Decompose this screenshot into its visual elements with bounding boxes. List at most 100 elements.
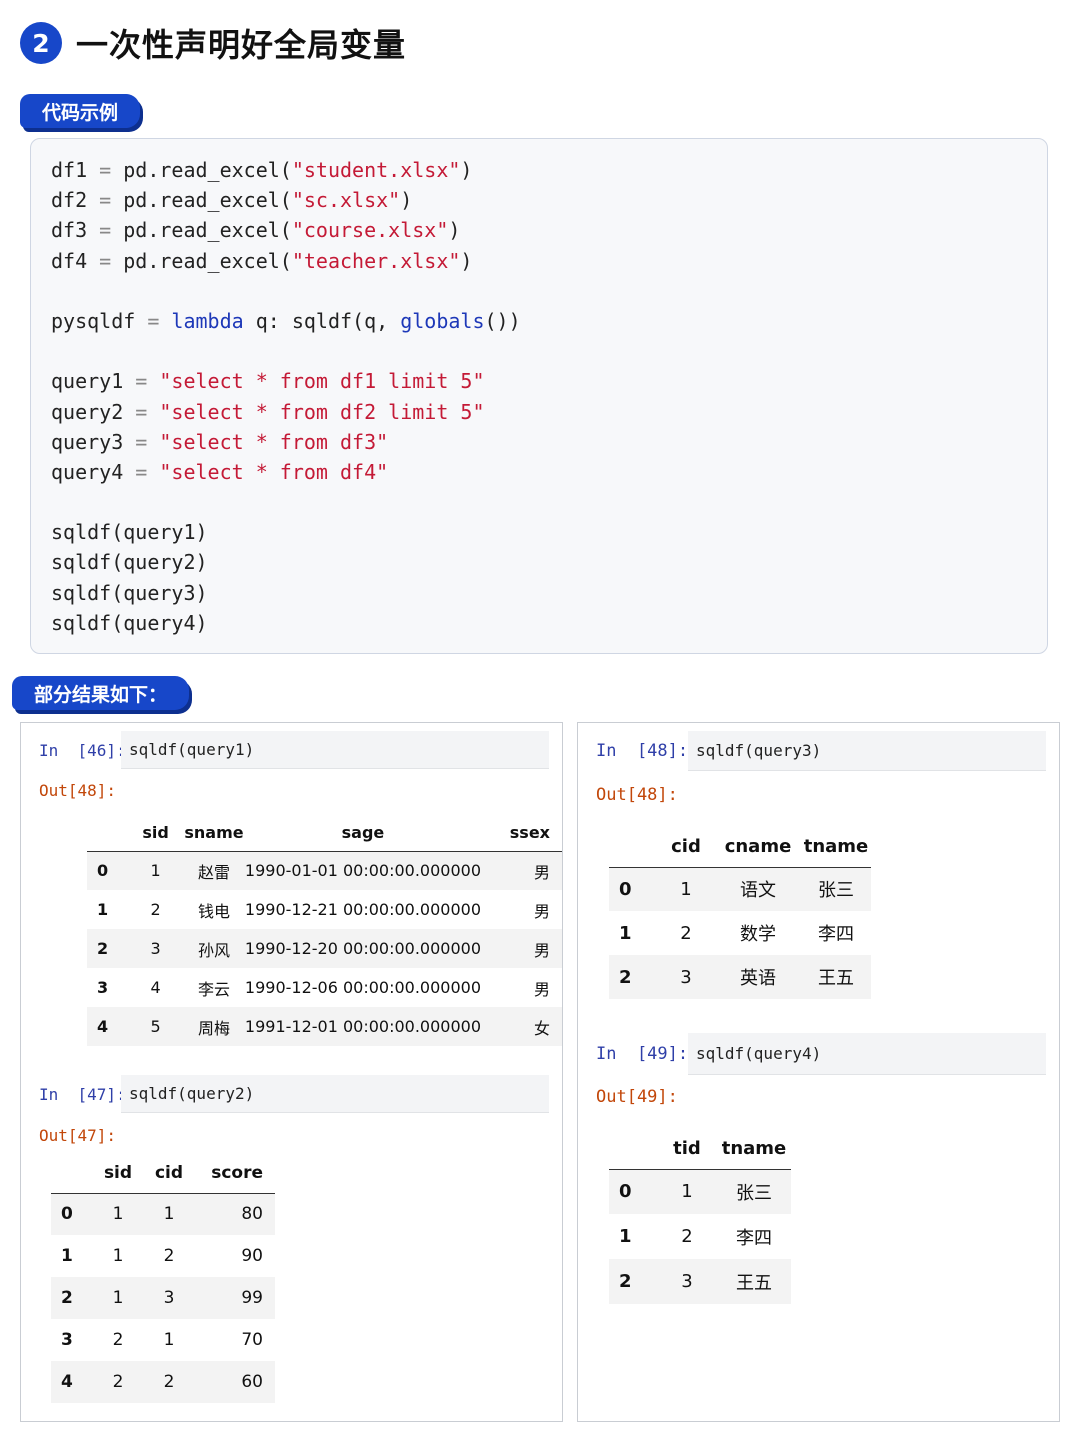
table-cell: 1 <box>163 1204 175 1225</box>
input-code[interactable]: sqldf(query4) <box>688 1033 1046 1075</box>
column-header <box>609 827 657 867</box>
table-cell: 2 <box>112 1372 124 1392</box>
table-cell: 1990-12-20 00:00:00.000000 <box>244 939 481 958</box>
table-cell: 英语 <box>740 968 776 989</box>
code-token: ) <box>460 248 473 273</box>
code-line: query1 = "select * from df1 limit 5" <box>51 366 1027 396</box>
table-row: 2 1 3 99 <box>51 1277 275 1319</box>
code-token: query1 <box>51 369 136 394</box>
input-cell-48[interactable]: In [48]: sqldf(query3) <box>596 731 1046 771</box>
column-header: sname <box>184 823 244 843</box>
code-line: df3 = pd.read_excel("course.xlsx") <box>51 215 1027 245</box>
code-token: lambda <box>171 308 244 333</box>
table-cell: 60 <box>241 1372 263 1392</box>
code-token: "select * from df4" <box>159 459 389 484</box>
code-token: = <box>99 248 112 273</box>
code-token: = <box>99 158 112 182</box>
out-prompt: Out[48]: <box>596 785 678 805</box>
code-token: "select * from df2 limit 5" <box>159 399 485 424</box>
input-cell-49[interactable]: In [49]: sqldf(query4) <box>596 1033 1046 1075</box>
code-token: query4 <box>51 459 136 484</box>
row-index: 4 <box>61 1372 73 1392</box>
code-token: sqldf(query2) <box>51 550 208 575</box>
table-cell: 2 <box>163 1246 175 1266</box>
out-prompt: Out[49]: <box>596 1087 678 1107</box>
column-header: cid <box>154 1162 184 1183</box>
table-cell: 男 <box>533 979 550 999</box>
code-token: df3 <box>51 218 100 243</box>
input-code[interactable]: sqldf(query1) <box>121 731 549 769</box>
table-cell: 5 <box>150 1017 161 1036</box>
table-row: 4 5 周梅 1991-12-01 00:00:00.000000 女 <box>87 1007 562 1046</box>
row-index: 1 <box>61 1246 73 1266</box>
table-row: 2 3 孙风 1990-12-20 00:00:00.000000 男 <box>87 929 562 968</box>
input-code[interactable]: sqldf(query3) <box>688 731 1046 771</box>
row-index: 2 <box>619 1271 632 1292</box>
code-token: "select * from df1 limit 5" <box>159 369 485 394</box>
table-header-row: sid cid score <box>51 1153 275 1193</box>
table-row: 1 2 数学 李四 <box>609 911 871 955</box>
table-cell: 1 <box>681 1181 693 1203</box>
input-cell-47[interactable]: In [47]: sqldf(query2) <box>39 1075 549 1113</box>
code-line: query3 = "select * from df3" <box>51 427 1027 457</box>
table-cell: 3 <box>680 966 692 988</box>
code-token: pd.read_excel( <box>111 158 292 182</box>
table-header-row: sid sname sage ssex <box>87 815 562 851</box>
table-cell: 1990-01-01 00:00:00.000000 <box>244 861 481 881</box>
table-cell: 男 <box>533 862 550 882</box>
table-row: 0 1 1 80 <box>51 1193 275 1235</box>
code-token: sqldf(query3) <box>51 580 208 605</box>
results-label: 部分结果如下： <box>12 676 190 710</box>
input-code[interactable]: sqldf(query2) <box>121 1075 549 1113</box>
code-line: sqldf(query1) <box>51 517 1027 547</box>
code-line: query4 = "select * from df4" <box>51 457 1027 487</box>
table-row: 2 3 英语 王五 <box>609 955 871 999</box>
table-row: 2 3 王五 <box>609 1259 791 1304</box>
code-token: globals <box>400 308 485 333</box>
table-cell: 周梅 <box>197 1018 230 1038</box>
table-row: 1 2 李四 <box>609 1214 791 1259</box>
in-prompt: In [47]: <box>39 1084 126 1104</box>
code-token: = <box>135 429 148 454</box>
code-token: pd.read_excel( <box>111 188 292 213</box>
code-token: "student.xlsx" <box>291 158 461 182</box>
section-title: 一次性声明好全局变量 <box>76 26 407 64</box>
out-prompt: Out[48]: <box>39 781 117 800</box>
column-header: sid <box>142 823 169 843</box>
table-cell: 1 <box>150 861 161 881</box>
code-line: sqldf(query4) <box>51 608 1027 638</box>
table-cell: 99 <box>241 1288 263 1308</box>
input-cell-46[interactable]: In [46]: sqldf(query1) <box>39 731 549 769</box>
column-header <box>51 1153 93 1193</box>
section-heading: 2 一次性声明好全局变量 <box>20 20 406 66</box>
code-token: ) <box>400 188 413 213</box>
table-cell: 孙风 <box>197 940 230 960</box>
column-header <box>609 1129 657 1169</box>
table-cell: 2 <box>163 1372 175 1392</box>
row-index: 2 <box>61 1288 73 1308</box>
column-header: tname <box>803 836 869 858</box>
table-cell: 1990-12-21 00:00:00.000000 <box>244 900 481 919</box>
row-index: 2 <box>619 966 632 988</box>
code-token: pysqldf <box>51 308 148 333</box>
code-line: pysqldf = lambda q: sqldf(q, globals()) <box>51 306 1027 336</box>
section-number-badge: 2 <box>20 22 62 64</box>
row-index: 3 <box>61 1330 73 1350</box>
dataframe-query1: sid sname sage ssex 0 1 赵雷 1990-01-01 00:00:00.… <box>87 815 562 1046</box>
table-header-row: cid cname tname <box>609 827 871 867</box>
table-cell: 李四 <box>818 924 854 945</box>
table-cell: 80 <box>241 1204 263 1225</box>
code-token: df4 <box>51 248 100 273</box>
table-cell: 2 <box>680 922 692 944</box>
column-header: score <box>211 1162 263 1183</box>
code-token: = <box>135 399 148 424</box>
table-cell: 男 <box>533 940 550 960</box>
column-header: sid <box>103 1162 133 1183</box>
code-token: query2 <box>51 399 136 424</box>
code-token: sqldf(query1) <box>51 520 208 545</box>
code-line: sqldf(query3) <box>51 578 1027 608</box>
